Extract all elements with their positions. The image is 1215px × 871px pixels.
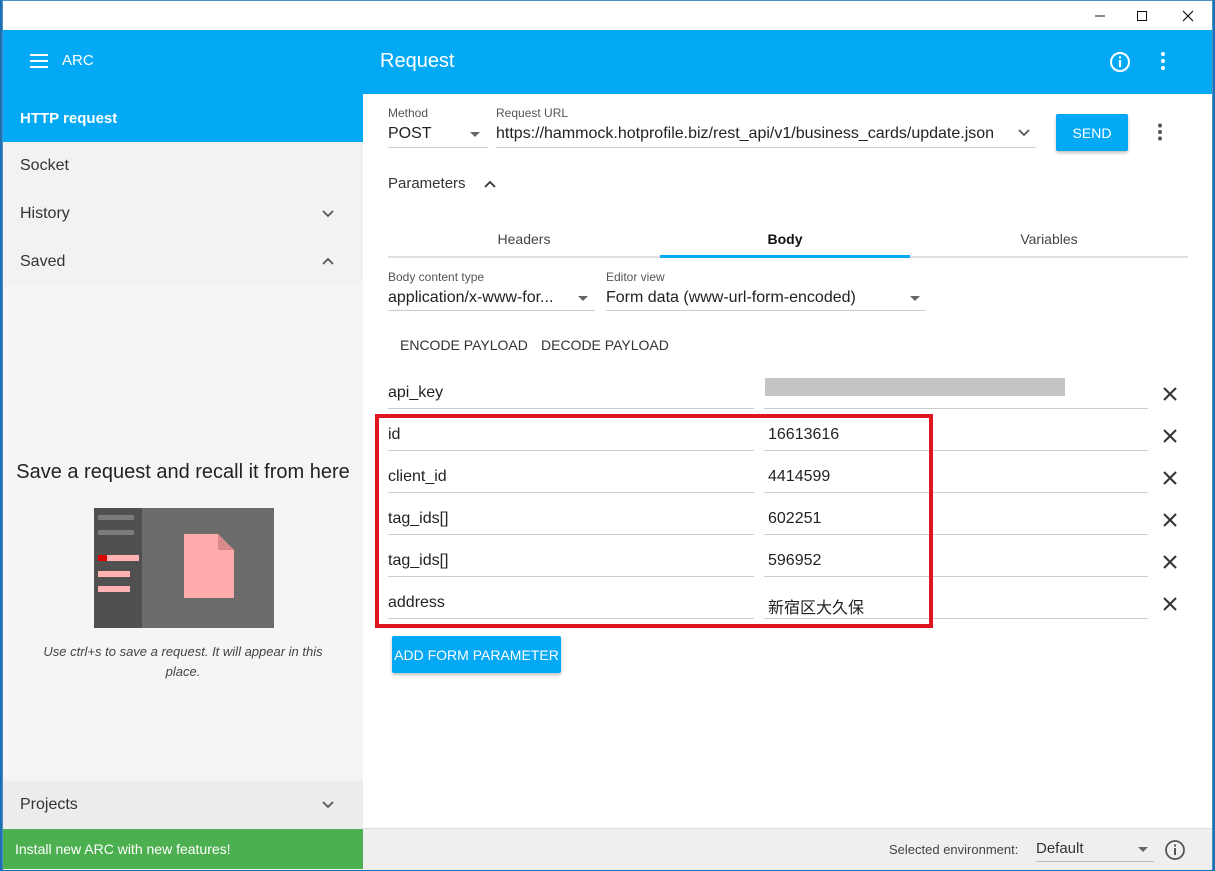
chevron-down-icon: [322, 801, 334, 809]
editor-view-select[interactable]: Form data (www-url-form-encoded): [606, 289, 896, 307]
saved-illustration: [94, 508, 274, 628]
sidebar-item-http-request[interactable]: HTTP request: [3, 94, 363, 142]
environment-label: Selected environment:: [889, 842, 1019, 857]
chevron-down-icon: [322, 210, 334, 218]
minimize-button[interactable]: [1085, 5, 1115, 27]
sidebar-item-projects[interactable]: Projects: [3, 781, 363, 829]
info-icon: [1165, 840, 1185, 860]
caret-down-icon: [1138, 847, 1148, 852]
saved-empty-title: Save a request and recall it from here: [16, 461, 350, 483]
sidebar: HTTP request Socket History Saved Save a…: [3, 94, 363, 870]
sidebar-item-label: History: [20, 205, 70, 222]
more-vert-icon[interactable]: [1157, 123, 1163, 141]
method-select[interactable]: POST: [388, 125, 483, 143]
parameters-toggle[interactable]: Parameters: [388, 175, 466, 192]
page-title: Request: [380, 50, 455, 72]
saved-hint: Use ctrl+s to save a request. It will ap…: [43, 644, 323, 679]
chevron-up-icon: [322, 257, 334, 265]
remove-param-icon[interactable]: [1158, 592, 1182, 616]
chevron-down-icon[interactable]: [1017, 126, 1031, 140]
more-vert-icon: [1161, 52, 1165, 70]
tab-body[interactable]: Body: [660, 220, 910, 258]
parameters-label: Parameters: [388, 175, 466, 192]
environment-info-button[interactable]: [1164, 839, 1186, 866]
caret-down-icon: [910, 296, 920, 301]
menu-icon[interactable]: [30, 53, 48, 68]
remove-param-icon[interactable]: [1158, 466, 1182, 490]
add-form-parameter-button[interactable]: ADD FORM PARAMETER: [392, 636, 561, 673]
encode-payload-button[interactable]: ENCODE PAYLOAD: [400, 337, 528, 353]
title-bar: [3, 1, 1212, 30]
editor-view-label: Editor view: [606, 270, 665, 284]
send-button[interactable]: SEND: [1056, 114, 1128, 151]
method-label: Method: [388, 106, 429, 120]
highlight-annotation: [375, 414, 933, 628]
sidebar-item-label: Socket: [20, 157, 69, 174]
maximize-icon: [1137, 11, 1147, 21]
saved-empty-state: Save a request and recall it from here U…: [3, 286, 363, 780]
more-menu-button[interactable]: [1160, 51, 1166, 76]
active-tab-indicator: [660, 255, 910, 258]
body-type-select[interactable]: application/x-www-for...: [388, 289, 563, 307]
sidebar-item-history[interactable]: History: [3, 190, 363, 238]
brand: ARC: [30, 52, 94, 69]
app-bar: ARC Request: [3, 30, 1212, 94]
close-icon: [1182, 10, 1194, 22]
sidebar-item-label: Saved: [20, 253, 66, 270]
sidebar-item-saved[interactable]: Saved: [3, 238, 363, 286]
url-input[interactable]: https://hammock.hotprofile.biz/rest_api/…: [496, 125, 1014, 143]
remove-param-icon[interactable]: [1158, 382, 1182, 406]
maximize-button[interactable]: [1127, 5, 1157, 27]
caret-down-icon: [470, 132, 480, 137]
tab-variables[interactable]: Variables: [910, 220, 1188, 258]
status-footer: Selected environment: Default: [363, 828, 1212, 870]
info-button[interactable]: [1109, 51, 1131, 78]
caret-down-icon: [578, 296, 588, 301]
masked-value: [765, 378, 1065, 396]
remove-param-icon[interactable]: [1158, 550, 1182, 574]
decode-payload-button[interactable]: DECODE PAYLOAD: [541, 337, 669, 353]
remove-param-icon[interactable]: [1158, 508, 1182, 532]
app-name: ARC: [62, 52, 94, 69]
remove-param-icon[interactable]: [1158, 424, 1182, 448]
chevron-up-icon[interactable]: [483, 177, 497, 191]
sidebar-item-label: HTTP request: [20, 109, 118, 127]
document-icon: [184, 534, 234, 598]
environment-select[interactable]: Default: [1036, 840, 1084, 857]
param-name-input[interactable]: api_key: [388, 384, 754, 402]
tab-headers[interactable]: Headers: [388, 220, 660, 258]
minimize-icon: [1095, 15, 1105, 17]
url-label: Request URL: [496, 106, 569, 120]
install-banner[interactable]: Install new ARC with new features!: [3, 829, 363, 869]
sidebar-item-label: Projects: [20, 796, 78, 813]
close-window-button[interactable]: [1173, 5, 1203, 27]
body-type-label: Body content type: [388, 270, 485, 284]
info-icon: [1110, 52, 1130, 72]
sidebar-item-socket[interactable]: Socket: [3, 142, 363, 190]
